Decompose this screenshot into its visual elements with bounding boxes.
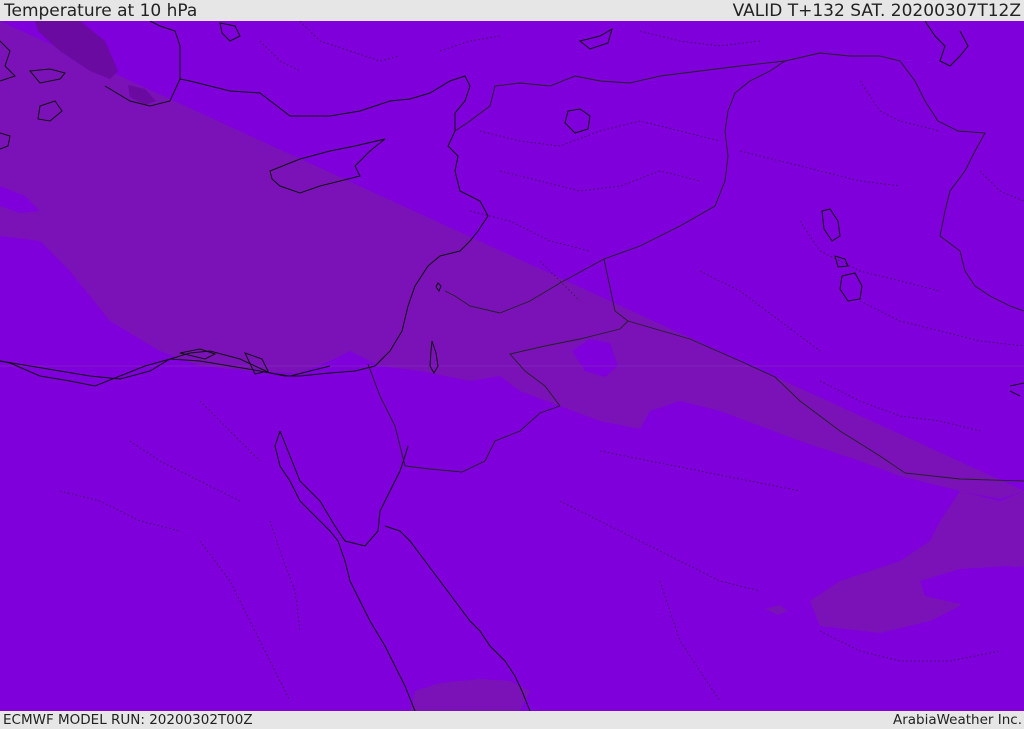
map-canvas xyxy=(0,21,1024,711)
credit-label: ArabiaWeather Inc. xyxy=(892,712,1022,728)
map-title: Temperature at 10 hPa xyxy=(4,1,198,21)
weather-map[interactable] xyxy=(0,21,1024,711)
model-run-label: ECMWF MODEL RUN: 20200302T00Z xyxy=(3,712,253,728)
valid-time-label: VALID T+132 SAT. 20200307T12Z xyxy=(732,1,1021,21)
header-bar: Temperature at 10 hPa VALID T+132 SAT. 2… xyxy=(0,0,1024,21)
footer-bar: ECMWF MODEL RUN: 20200302T00Z ArabiaWeat… xyxy=(0,711,1024,729)
